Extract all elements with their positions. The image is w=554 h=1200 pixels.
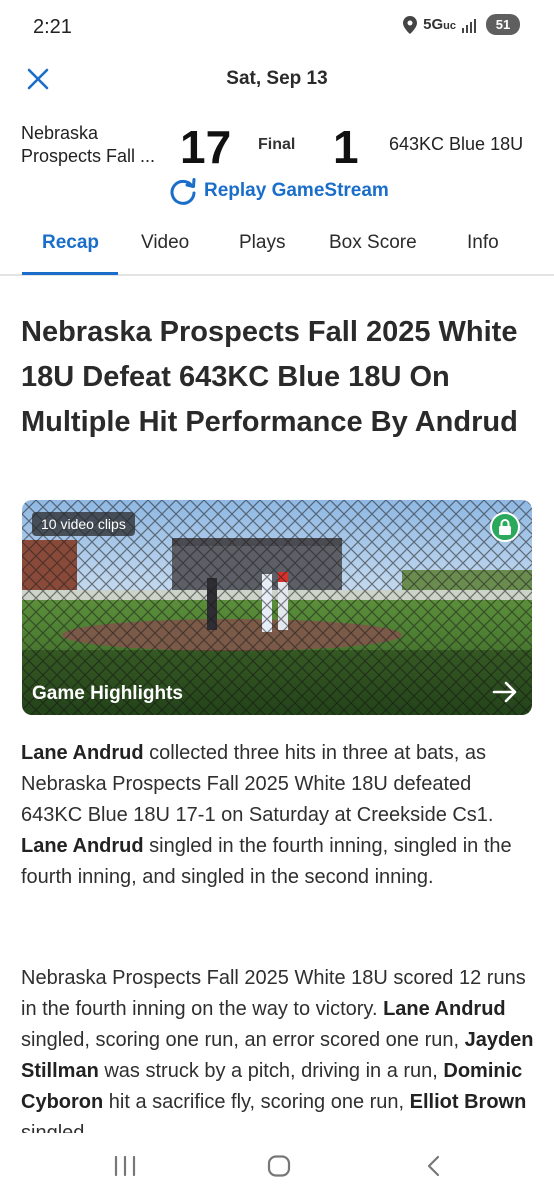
game-status: Final [258,136,296,153]
status-time: 2:21 [33,16,72,38]
paragraph-text: was struck by a pitch, driving in a run, [98,1060,444,1082]
battery-indicator: 51 [486,14,520,35]
tab-info[interactable]: Info [467,232,499,254]
tab-bar: Recap Video Plays Box Score Info [0,218,554,276]
video-title: Game Highlights [32,683,183,704]
paragraph-text: singled, scoring one run, an error score… [21,1029,465,1051]
paragraph-text: hit a sacrifice fly, scoring one run, [103,1091,410,1113]
video-clip-count-badge: 10 video clips [32,512,135,536]
recent-apps-icon[interactable] [113,1155,137,1177]
away-team-name[interactable]: 643KC Blue 18U [389,134,523,155]
lock-icon [490,512,520,542]
player-name: Lane Andrud [21,835,144,857]
replay-label: Replay GameStream [204,180,389,201]
article-paragraph-2: Nebraska Prospects Fall 2025 White 18U s… [21,963,536,1149]
location-icon [403,15,418,34]
away-team-score: 1 [333,121,359,173]
tab-plays[interactable]: Plays [239,232,285,254]
player-name: Lane Andrud [383,998,506,1020]
home-icon[interactable] [267,1155,291,1177]
tab-recap[interactable]: Recap [42,232,99,254]
tab-video[interactable]: Video [141,232,189,254]
back-icon[interactable] [425,1155,443,1177]
active-tab-indicator [22,272,118,275]
player-name: Lane Andrud [21,742,144,764]
network-type: 5Guc [423,16,456,33]
replay-gamestream-button[interactable]: Replay GameStream [168,176,389,206]
article-headline: Nebraska Prospects Fall 2025 White 18U D… [21,316,518,438]
home-team-name[interactable]: Nebraska Prospects Fall ... [21,122,181,168]
game-highlights-video[interactable]: 10 video clips Game Highlights [22,500,532,715]
game-date: Sat, Sep 13 [226,68,328,89]
article-paragraph-1: Lane Andrud collected three hits in thre… [21,738,536,893]
signal-icon [462,18,476,33]
replay-icon [170,178,196,205]
player-name: Elliot Brown [409,1091,527,1113]
status-indicators: 5Guc 51 [403,14,520,35]
system-nav-bar [0,1133,554,1200]
tab-box-score[interactable]: Box Score [329,232,417,254]
status-bar: 2:21 5Guc 51 [0,0,554,56]
arrow-right-icon [492,681,517,703]
home-team-score: 17 [180,121,232,173]
